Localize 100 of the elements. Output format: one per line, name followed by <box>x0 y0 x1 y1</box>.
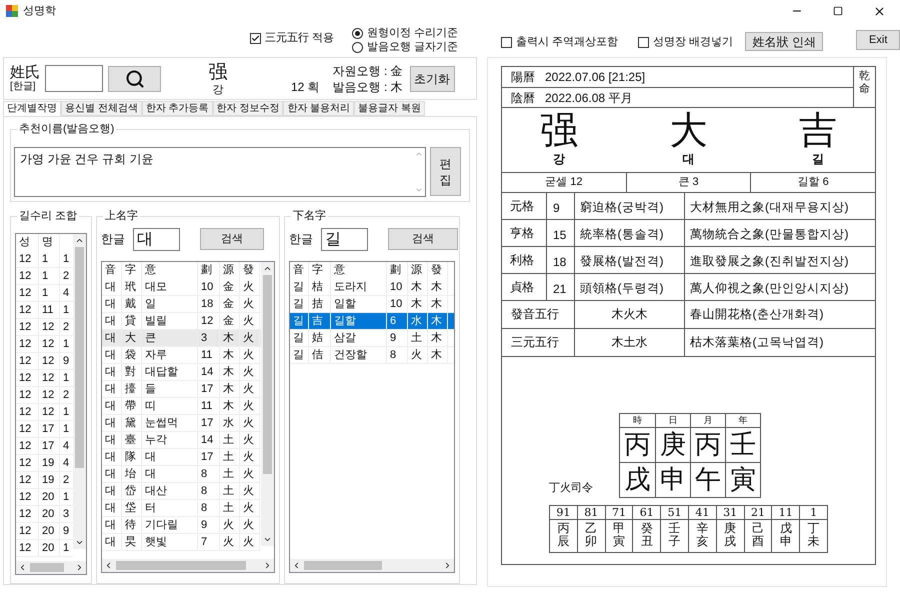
horizontal-scrollbar[interactable] <box>16 561 86 574</box>
scroll-right-icon[interactable] <box>75 563 84 572</box>
vertical-scrollbar[interactable] <box>73 234 86 549</box>
table-cell: 3 <box>198 330 220 346</box>
table-row[interactable]: 대 對 대답할 14 木 火 <box>102 364 261 381</box>
table-row[interactable]: 대 大 큰 3 木 火 <box>102 330 261 347</box>
column-header[interactable]: 發 <box>428 262 448 279</box>
vertical-scrollbar[interactable] <box>261 262 274 546</box>
column-header[interactable]: 字 <box>309 262 331 279</box>
radio-button[interactable] <box>352 42 364 52</box>
scroll-thumb[interactable] <box>116 561 246 570</box>
table-cell: 12 <box>39 336 60 352</box>
table-cell: 戴 <box>122 296 142 312</box>
exit-button[interactable]: Exit <box>856 30 900 50</box>
column-header[interactable]: 源 <box>220 262 240 279</box>
tab[interactable]: 한자 정보수정 <box>212 101 284 116</box>
pillar-header: 年 <box>726 414 760 428</box>
scroll-thumb[interactable] <box>75 247 84 468</box>
search-button[interactable]: 검색 <box>200 228 264 250</box>
print-button[interactable]: 姓名狀 인쇄 <box>745 32 824 51</box>
grid-omen: 萬人仰視之象(만인앙시지상) <box>689 280 850 297</box>
table-cell: 12 <box>16 472 39 488</box>
tab[interactable]: 불용글자 복원 <box>354 101 425 116</box>
scroll-thumb[interactable] <box>30 563 64 572</box>
table-cell: 20 <box>39 540 60 556</box>
column-header[interactable]: 字 <box>122 262 142 279</box>
table-row[interactable]: 대 垈 터 8 土 火 <box>102 500 261 517</box>
horizontal-scrollbar[interactable] <box>102 559 274 572</box>
table-cell: 桔 <box>309 279 331 295</box>
surname-field[interactable] <box>45 65 103 92</box>
table-row[interactable]: 대 擡 들 17 木 火 <box>102 381 261 398</box>
tab[interactable]: 한자 불용처리 <box>283 101 354 116</box>
search-button[interactable]: 검색 <box>388 228 458 250</box>
stroke-count: 12 획 <box>291 78 320 96</box>
scroll-down-icon[interactable] <box>75 538 84 547</box>
radio-button[interactable] <box>352 28 364 38</box>
tab[interactable]: 용신별 전체검색 <box>61 101 142 116</box>
table-row[interactable]: 대 隊 대 17 土 火 <box>102 449 261 466</box>
table-row[interactable]: 대 待 기다릴 9 火 火 <box>102 517 261 534</box>
reset-button[interactable]: 초기화 <box>410 66 455 92</box>
scroll-down-icon[interactable] <box>263 535 272 544</box>
table-row[interactable]: 대 玳 대모 10 金 火 <box>102 279 261 296</box>
table-cell: 拮 <box>309 296 331 312</box>
hangul-field[interactable]: 길 <box>321 228 368 250</box>
luck-pillar: 庚戌 <box>724 522 736 550</box>
table-row[interactable]: 길 桔 도라지 10 木 木 <box>290 279 454 296</box>
table-row[interactable]: 대 袋 자루 11 木 火 <box>102 347 261 364</box>
column-header[interactable]: 명 <box>39 234 60 251</box>
edit-button[interactable]: 편집 <box>430 147 461 196</box>
scroll-up-icon[interactable] <box>263 264 272 273</box>
hangul-field[interactable]: 대 <box>133 228 180 250</box>
table-row[interactable]: 길 姞 삼갈 9 土 木 <box>290 330 454 347</box>
scroll-left-icon[interactable] <box>18 563 27 572</box>
maximize-icon[interactable] <box>833 6 843 16</box>
search-button[interactable] <box>108 66 161 92</box>
scroll-right-icon[interactable] <box>443 561 452 570</box>
checkbox[interactable] <box>250 32 261 44</box>
column-header[interactable]: 源 <box>408 262 428 279</box>
source-element: 자원오행 : 金 <box>332 62 403 78</box>
scroll-thumb[interactable] <box>304 561 382 570</box>
table-cell: 빌릴 <box>142 313 198 329</box>
tab[interactable]: 단계별작명 <box>3 101 61 116</box>
table-cell: 火 <box>240 398 260 414</box>
table-row[interactable]: 대 帶 띠 11 木 火 <box>102 398 261 415</box>
search-icon <box>124 68 144 88</box>
table-cell: 기다릴 <box>142 517 198 533</box>
earthly-branch: 午 <box>694 464 722 497</box>
table-cell: 대 <box>102 279 122 295</box>
table-cell: 11 <box>39 302 60 318</box>
column-header[interactable]: 劃 <box>387 262 408 279</box>
table-row[interactable]: 길 佶 건장할 8 火 木 <box>290 347 454 364</box>
column-header[interactable]: 音 <box>290 262 309 279</box>
column-header[interactable]: 音 <box>102 262 122 279</box>
table-cell: 눈썹먹 <box>142 415 198 431</box>
table-row[interactable]: 대 旲 햇빛 7 火 火 <box>102 534 261 551</box>
column-header[interactable]: 發 <box>240 262 260 279</box>
name-hangul: 강 <box>553 152 565 166</box>
scroll-up-icon[interactable] <box>75 236 84 245</box>
scroll-left-icon[interactable] <box>292 561 301 570</box>
checkbox[interactable] <box>638 36 650 48</box>
table-row[interactable]: 대 臺 누각 14 土 火 <box>102 432 261 449</box>
checkbox[interactable] <box>501 36 512 48</box>
column-header[interactable]: 意 <box>142 262 198 279</box>
table-cell: 대답할 <box>142 364 198 380</box>
table-row[interactable]: 길 吉 길할 6 水 木 <box>290 313 454 330</box>
horizontal-scrollbar[interactable] <box>290 559 454 572</box>
table-row[interactable]: 대 坮 대 8 土 火 <box>102 466 261 483</box>
column-header[interactable]: 성 <box>16 234 39 251</box>
scroll-left-icon[interactable] <box>104 561 113 570</box>
table-row[interactable]: 대 黛 눈썹먹 17 水 火 <box>102 415 261 432</box>
scroll-thumb[interactable] <box>263 275 272 474</box>
tab[interactable]: 한자 추가등록 <box>142 101 213 116</box>
table-cell: 火 <box>220 534 240 550</box>
column-header[interactable]: 意 <box>331 262 387 279</box>
table-cell: 10 <box>198 279 220 295</box>
table-row[interactable]: 대 岱 대산 8 土 火 <box>102 483 261 500</box>
table-row[interactable]: 대 戴 일 18 金 火 <box>102 296 261 313</box>
scroll-right-icon[interactable] <box>263 561 272 570</box>
close-icon[interactable] <box>873 4 886 18</box>
column-header[interactable]: 劃 <box>198 262 220 279</box>
